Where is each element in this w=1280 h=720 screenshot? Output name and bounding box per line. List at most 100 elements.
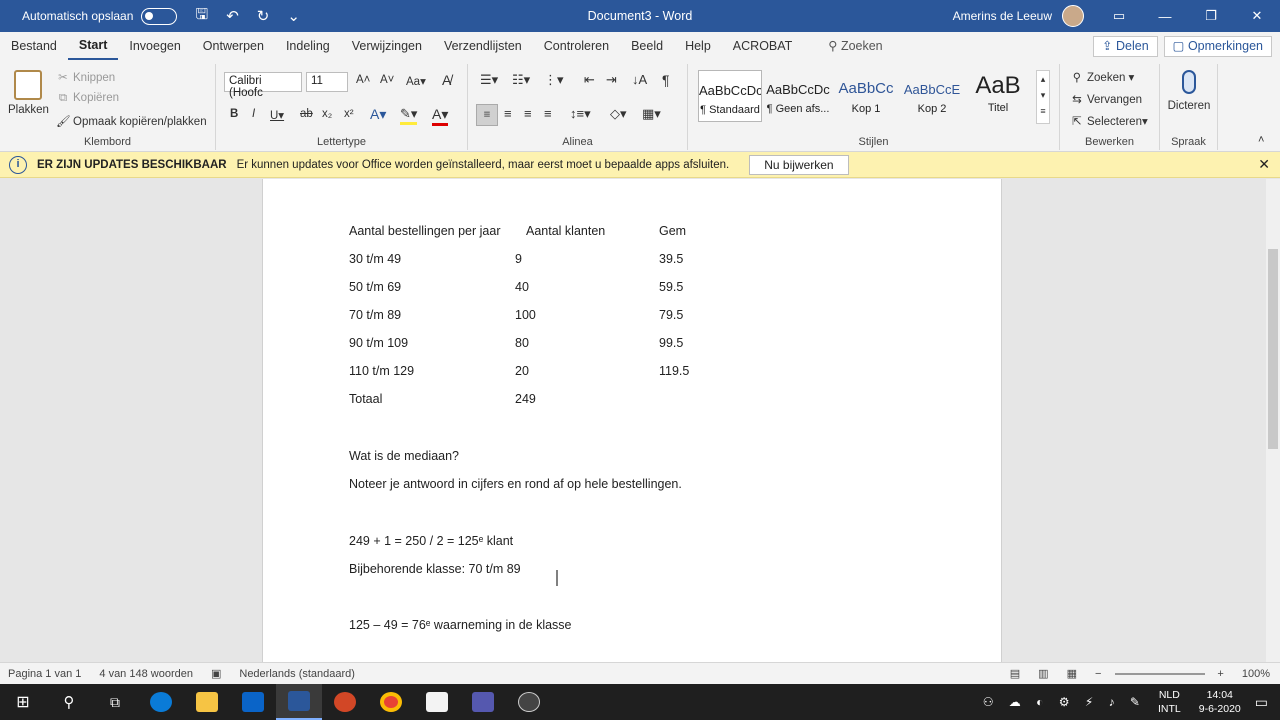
input-language[interactable]: NLD INTL (1158, 688, 1181, 716)
avatar[interactable] (1062, 5, 1084, 27)
find-button[interactable]: ⚲ Zoeken ▾ (1070, 70, 1135, 84)
decrease-indent-icon[interactable]: ⇤ (584, 72, 595, 88)
clock[interactable]: 14:04 9-6-2020 (1199, 688, 1241, 716)
close-icon[interactable]: ✕ (1234, 8, 1280, 24)
share-button[interactable]: ⇪ Delen (1093, 36, 1158, 57)
align-center-icon[interactable]: ≡ (504, 106, 512, 121)
collapse-ribbon-icon[interactable]: ˄ (1258, 134, 1264, 146)
user-name[interactable]: Amerins de Leeuw (953, 9, 1052, 23)
tab-indeling[interactable]: Indeling (275, 32, 341, 60)
windows-start-icon[interactable]: ⊞ (0, 684, 46, 720)
justify-icon[interactable]: ≡ (544, 106, 552, 121)
grow-font-icon[interactable]: A˄ (356, 74, 370, 86)
multilevel-list-icon[interactable]: ⋮▾ (544, 72, 564, 88)
search-box[interactable]: ⚲ Zoeken (817, 32, 893, 60)
cut-button[interactable]: ✂ Knippen (56, 70, 115, 84)
style-kop-1[interactable]: AaBbCc Kop 1 (834, 70, 898, 122)
style-kop-2[interactable]: AaBbCcE Kop 2 (900, 70, 964, 122)
zoom-out-icon[interactable]: − (1095, 668, 1101, 680)
edge-icon[interactable] (138, 684, 184, 720)
file-explorer-icon[interactable] (184, 684, 230, 720)
replace-button[interactable]: ⇆ Vervangen (1070, 92, 1142, 106)
subscript-icon[interactable]: x₂ (322, 108, 332, 120)
save-icon[interactable]: 🖫 (195, 4, 208, 29)
superscript-icon[interactable]: x² (344, 108, 354, 120)
zoom-level[interactable]: 100% (1242, 668, 1270, 680)
document-page[interactable]: Aantal bestellingen per jaar Aantal klan… (262, 179, 1002, 662)
teams-icon[interactable] (460, 684, 506, 720)
numbering-icon[interactable]: ☷▾ (512, 72, 530, 88)
web-layout-icon[interactable]: ▦ (1067, 667, 1077, 680)
shading-icon[interactable]: ◇▾ (610, 106, 627, 122)
tab-invoegen[interactable]: Invoegen (118, 32, 191, 60)
task-view-icon[interactable]: ⧉ (92, 684, 138, 720)
tab-help[interactable]: Help (674, 32, 722, 60)
pilcrow-icon[interactable]: ¶ (662, 72, 670, 88)
read-mode-icon[interactable]: ▤ (1010, 667, 1020, 680)
align-left-icon[interactable]: ≡ (476, 104, 498, 126)
text-effects-icon[interactable]: A▾ (370, 106, 386, 123)
increase-indent-icon[interactable]: ⇥ (606, 72, 617, 88)
close-icon[interactable]: ✕ (1258, 156, 1270, 173)
paste-button[interactable]: Plakken (8, 68, 49, 116)
store-icon[interactable] (414, 684, 460, 720)
minimize-icon[interactable]: — (1142, 9, 1188, 24)
vertical-scrollbar[interactable] (1266, 179, 1280, 662)
style-titel[interactable]: AaB Titel (966, 70, 1030, 122)
highlight-icon[interactable]: ✎▾ (400, 106, 418, 125)
powerpoint-icon[interactable] (322, 684, 368, 720)
font-size-select[interactable]: 11 (306, 72, 348, 92)
italic-icon[interactable]: I (252, 108, 255, 120)
search-icon[interactable]: ⚲ (46, 684, 92, 720)
chrome-icon[interactable] (368, 684, 414, 720)
word-count[interactable]: 4 van 148 woorden (99, 668, 193, 680)
select-button[interactable]: ⇱ Selecteren▾ (1070, 114, 1148, 128)
autosave-toggle[interactable] (141, 7, 178, 25)
bold-icon[interactable]: B (230, 108, 238, 120)
tab-bestand[interactable]: Bestand (0, 32, 68, 60)
font-name-select[interactable]: Calibri (Hoofc (224, 72, 302, 99)
styles-gallery-scroll[interactable]: ▴ ▾ ≡ (1036, 70, 1050, 124)
notifications-icon[interactable]: ▭ (1255, 694, 1268, 711)
underline-icon[interactable]: U▾ (270, 108, 284, 122)
style-standaard[interactable]: AaBbCcDc ¶ Standaard (698, 70, 762, 122)
zoom-slider[interactable] (1115, 672, 1206, 675)
tab-controleren[interactable]: Controleren (533, 32, 620, 60)
page-count[interactable]: Pagina 1 van 1 (8, 668, 81, 680)
clear-formatting-icon[interactable]: A̸ (442, 72, 451, 88)
dictate-button[interactable]: Dicteren (1164, 68, 1214, 112)
comments-button[interactable]: ▢ Opmerkingen (1163, 36, 1272, 57)
language-status[interactable]: Nederlands (standaard) (239, 668, 355, 680)
borders-icon[interactable]: ▦▾ (642, 106, 661, 122)
scrollbar-thumb[interactable] (1268, 249, 1278, 449)
tab-verzendlijsten[interactable]: Verzendlijsten (433, 32, 533, 60)
strikethrough-icon[interactable]: ab (300, 108, 313, 120)
system-tray-icons[interactable]: ⚇ ☁ ◐ ⚙ ⚡ ♪ ✎ (983, 695, 1146, 709)
tab-beeld[interactable]: Beeld (620, 32, 674, 60)
shrink-font-icon[interactable]: A˅ (380, 74, 394, 86)
word-icon[interactable] (276, 684, 322, 720)
proofing-icon[interactable]: ▣ (211, 667, 221, 680)
redo-icon[interactable]: ↻ (257, 7, 270, 25)
tab-verwijzingen[interactable]: Verwijzingen (341, 32, 433, 60)
tab-ontwerpen[interactable]: Ontwerpen (192, 32, 275, 60)
line-spacing-icon[interactable]: ↕≡▾ (570, 106, 591, 122)
format-painter-button[interactable]: 🖌 Opmaak kopiëren/plakken (56, 114, 207, 128)
tab-acrobat[interactable]: ACROBAT (722, 32, 804, 60)
undo-icon[interactable]: ↶ (226, 7, 239, 25)
style-geen-afstand[interactable]: AaBbCcDc ¶ Geen afs... (766, 70, 830, 122)
ribbon-display-options-icon[interactable]: ▭ (1096, 8, 1142, 24)
bullets-icon[interactable]: ☰▾ (480, 72, 498, 88)
zoom-in-icon[interactable]: + (1217, 668, 1223, 680)
align-right-icon[interactable]: ≡ (524, 106, 532, 121)
font-color-icon[interactable]: A▾ (432, 106, 449, 126)
copy-button[interactable]: ⧉ Kopiëren (56, 92, 119, 105)
sort-icon[interactable]: ↓A (632, 72, 647, 87)
outlook-icon[interactable] (230, 684, 276, 720)
print-layout-icon[interactable]: ▥ (1038, 667, 1048, 680)
obs-icon[interactable] (506, 684, 552, 720)
update-now-button[interactable]: Nu bijwerken (749, 154, 849, 175)
change-case-icon[interactable]: Aa▾ (406, 74, 426, 88)
restore-icon[interactable]: ❐ (1188, 8, 1234, 24)
customize-quick-access-icon[interactable]: ⌄ (287, 7, 300, 25)
